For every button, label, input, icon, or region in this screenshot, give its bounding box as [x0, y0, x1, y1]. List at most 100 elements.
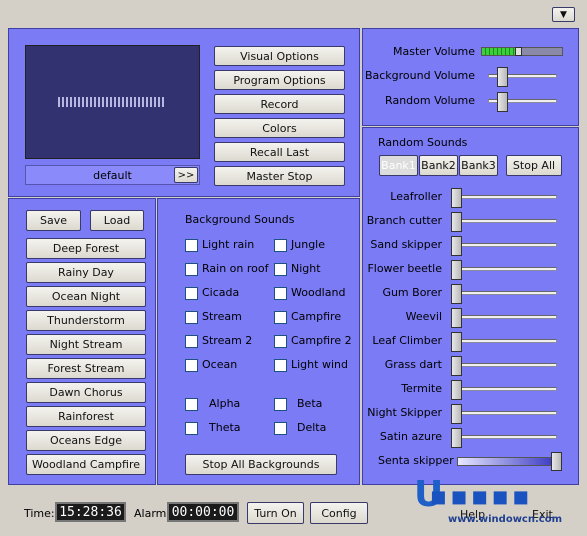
bank2-button[interactable]: Bank2: [419, 155, 458, 176]
random-sound-slider[interactable]: [451, 411, 557, 415]
background-checkbox-label: Night: [291, 262, 321, 275]
master-volume-thumb[interactable]: [515, 47, 522, 56]
background-checkbox[interactable]: [274, 239, 287, 252]
window-menu-button[interactable]: ▼: [552, 7, 575, 22]
background-checkbox-label: Campfire 2: [291, 334, 352, 347]
random-sound-slider[interactable]: [451, 435, 557, 439]
random-sound-thumb[interactable]: [451, 212, 462, 232]
bank3-button[interactable]: Bank3: [459, 155, 498, 176]
random-sound-slider[interactable]: [451, 339, 557, 343]
background-checkbox[interactable]: [185, 287, 198, 300]
random-volume-thumb[interactable]: [497, 92, 508, 112]
master-volume-fill: [482, 48, 516, 55]
random-sound-label: Night Skipper: [367, 406, 442, 419]
background-checkbox[interactable]: [274, 287, 287, 300]
random-sound-thumb[interactable]: [451, 188, 462, 208]
bank1-button[interactable]: Bank1: [379, 155, 418, 176]
background-checkbox[interactable]: [185, 239, 198, 252]
preset-name: default: [93, 168, 132, 182]
config-button[interactable]: Config: [310, 502, 368, 524]
background-checkbox[interactable]: [274, 263, 287, 276]
preset-button[interactable]: Deep Forest: [26, 238, 146, 259]
background-checkbox[interactable]: [185, 311, 198, 324]
background-checkbox[interactable]: [274, 335, 287, 348]
preset-button[interactable]: Ocean Night: [26, 286, 146, 307]
background-volume-label: Background Volume: [364, 69, 475, 82]
random-sound-thumb[interactable]: [451, 260, 462, 280]
random-sound-thumb[interactable]: [451, 284, 462, 304]
background-checkbox[interactable]: [274, 311, 287, 324]
random-sound-slider[interactable]: [451, 219, 557, 223]
alarm-label: Alarm:: [134, 507, 171, 520]
stop-all-backgrounds-button[interactable]: Stop All Backgrounds: [185, 454, 337, 475]
background-volume-thumb[interactable]: [497, 67, 508, 87]
background-checkbox[interactable]: [185, 335, 198, 348]
alarm-display[interactable]: 00:00:00: [167, 502, 239, 522]
next-visual-button[interactable]: >>: [174, 167, 198, 183]
random-sound-slider[interactable]: [451, 267, 557, 271]
random-sound-slider[interactable]: [451, 195, 557, 199]
record-button[interactable]: Record: [214, 94, 345, 114]
preset-button[interactable]: Forest Stream: [26, 358, 146, 379]
random-sound-label: Leafroller: [390, 190, 442, 203]
brainwave-checkbox-label: Theta: [209, 421, 241, 434]
preset-button[interactable]: Dawn Chorus: [26, 382, 146, 403]
master-stop-button[interactable]: Master Stop: [214, 166, 345, 186]
senta-skipper-label: Senta skipper: [378, 454, 454, 467]
random-sound-thumb[interactable]: [451, 332, 462, 352]
brainwave-checkbox[interactable]: [185, 422, 198, 435]
random-sounds-title: Random Sounds: [378, 136, 468, 149]
brainwave-checkbox-label: Alpha: [209, 397, 241, 410]
background-checkbox[interactable]: [274, 359, 287, 372]
random-sound-thumb[interactable]: [451, 356, 462, 376]
senta-skipper-slider[interactable]: [457, 457, 561, 466]
random-sound-thumb[interactable]: [451, 380, 462, 400]
background-checkbox-label: Light rain: [202, 238, 255, 251]
colors-button[interactable]: Colors: [214, 118, 345, 138]
random-sound-slider[interactable]: [451, 363, 557, 367]
background-checkbox-label: Stream: [202, 310, 242, 323]
preset-button[interactable]: Night Stream: [26, 334, 146, 355]
senta-skipper-thumb[interactable]: [551, 452, 562, 471]
brainwave-checkbox[interactable]: [274, 422, 287, 435]
random-sound-thumb[interactable]: [451, 236, 462, 256]
random-sound-thumb[interactable]: [451, 404, 462, 424]
recall-last-button[interactable]: Recall Last: [214, 142, 345, 162]
save-button[interactable]: Save: [26, 210, 81, 231]
background-checkbox[interactable]: [185, 359, 198, 372]
preset-button[interactable]: Thunderstorm: [26, 310, 146, 331]
brainwave-checkbox-label: Beta: [297, 397, 323, 410]
preset-button[interactable]: Rainforest: [26, 406, 146, 427]
background-checkbox-label: Campfire: [291, 310, 342, 323]
background-sounds-title: Background Sounds: [185, 213, 295, 226]
program-options-button[interactable]: Program Options: [214, 70, 345, 90]
stop-all-random-button[interactable]: Stop All: [506, 155, 562, 176]
random-sound-slider[interactable]: [451, 243, 557, 247]
preset-button[interactable]: Rainy Day: [26, 262, 146, 283]
random-sound-label: Branch cutter: [366, 214, 442, 227]
random-sound-slider[interactable]: [451, 315, 557, 319]
preset-button[interactable]: Oceans Edge: [26, 430, 146, 451]
master-volume-slider[interactable]: [481, 47, 563, 56]
random-sound-slider[interactable]: [451, 387, 557, 391]
random-volume-label: Random Volume: [385, 94, 475, 107]
alarm-turn-on-button[interactable]: Turn On: [247, 502, 304, 524]
preset-button[interactable]: Woodland Campfire: [26, 454, 146, 475]
brainwave-checkbox[interactable]: [274, 398, 287, 411]
background-checkbox[interactable]: [185, 263, 198, 276]
background-checkbox-label: Rain on roof: [202, 262, 269, 275]
background-checkbox-label: Stream 2: [202, 334, 253, 347]
random-sound-label: Satin azure: [379, 430, 442, 443]
random-sound-slider[interactable]: [451, 291, 557, 295]
random-sound-thumb[interactable]: [451, 308, 462, 328]
background-checkbox-label: Jungle: [291, 238, 325, 251]
brainwave-checkbox[interactable]: [185, 398, 198, 411]
visual-options-button[interactable]: Visual Options: [214, 46, 345, 66]
preview-visualization: [58, 97, 166, 107]
load-button[interactable]: Load: [90, 210, 144, 231]
random-sound-label: Sand skipper: [370, 238, 442, 251]
random-sound-label: Grass dart: [384, 358, 442, 371]
watermark-url: www.windowcn.com: [448, 514, 562, 525]
brainwave-checkbox-label: Delta: [297, 421, 327, 434]
random-sound-thumb[interactable]: [451, 428, 462, 448]
